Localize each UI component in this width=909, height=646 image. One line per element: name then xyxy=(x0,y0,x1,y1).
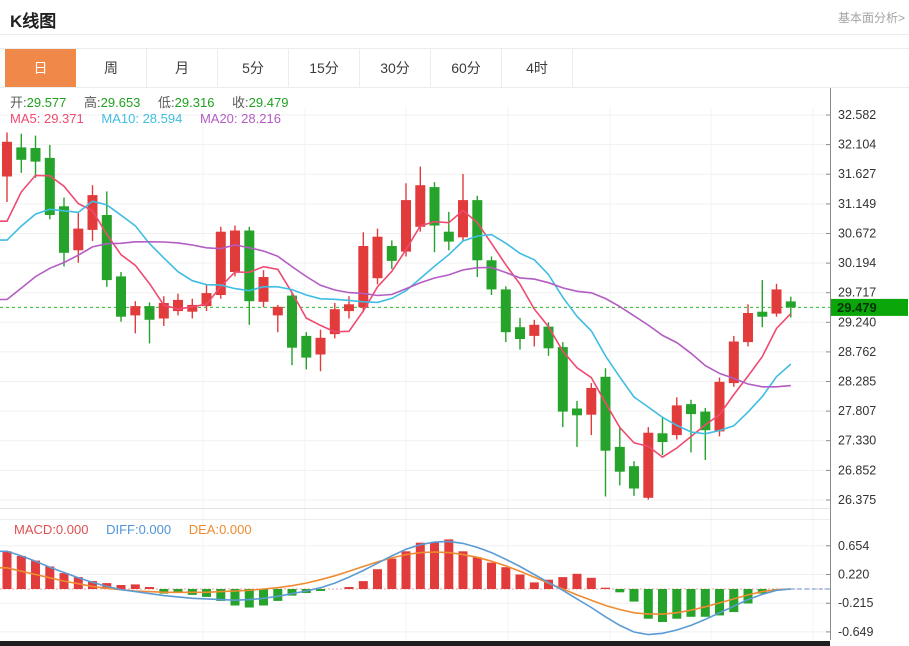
svg-text:30.672: 30.672 xyxy=(838,227,876,241)
svg-text:27.330: 27.330 xyxy=(838,434,876,448)
panel-borders xyxy=(0,509,830,520)
tab-15分[interactable]: 15分 xyxy=(289,49,360,87)
svg-text:29.240: 29.240 xyxy=(838,315,876,329)
svg-text:32.104: 32.104 xyxy=(838,138,876,152)
tab-周[interactable]: 周 xyxy=(76,49,147,87)
tabbar-filler xyxy=(573,49,909,87)
tab-60分[interactable]: 60分 xyxy=(431,49,502,87)
kline-app: K线图 基本面分析> 日周月5分15分30分60分4时 32.582 32.104… xyxy=(0,0,909,646)
chart-area[interactable]: 32.582 32.104 31.627 31.149 30.672 30.194 29.7… xyxy=(0,88,909,646)
tab-5分[interactable]: 5分 xyxy=(218,49,289,87)
header: K线图 基本面分析> xyxy=(0,0,909,35)
svg-text:32.582: 32.582 xyxy=(838,108,876,122)
svg-text:0.654: 0.654 xyxy=(838,539,869,553)
kline-chart-canvas[interactable]: 32.582 32.104 31.627 31.149 30.672 30.194 29.7… xyxy=(0,88,909,646)
svg-text:29.717: 29.717 xyxy=(838,286,876,300)
tab-4时[interactable]: 4时 xyxy=(502,49,573,87)
svg-text:27.807: 27.807 xyxy=(838,404,876,418)
tab-30分[interactable]: 30分 xyxy=(360,49,431,87)
price-axis: 32.582 32.104 31.627 31.149 30.672 30.194 29.7… xyxy=(826,88,876,640)
macd-histogram xyxy=(3,539,782,622)
tab-日[interactable]: 日 xyxy=(5,49,76,87)
period-tabbar: 日周月5分15分30分60分4时 xyxy=(0,48,909,88)
svg-text:29.479: 29.479 xyxy=(837,300,877,315)
svg-text:28.762: 28.762 xyxy=(838,345,876,359)
svg-text:0.220: 0.220 xyxy=(838,568,869,582)
tab-月[interactable]: 月 xyxy=(147,49,218,87)
page-title: K线图 xyxy=(10,7,56,32)
bottom-bar xyxy=(0,641,830,646)
svg-text:31.627: 31.627 xyxy=(838,167,876,181)
svg-text:28.285: 28.285 xyxy=(838,375,876,389)
fundamental-analysis-link[interactable]: 基本面分析> xyxy=(838,9,905,26)
candles-layer xyxy=(2,133,796,500)
svg-text:26.852: 26.852 xyxy=(838,463,876,477)
svg-text:-0.649: -0.649 xyxy=(838,625,873,639)
ma10-line xyxy=(0,201,791,433)
svg-text:31.149: 31.149 xyxy=(838,197,876,211)
svg-text:30.194: 30.194 xyxy=(838,256,876,270)
svg-text:26.375: 26.375 xyxy=(838,493,876,507)
svg-text:-0.215: -0.215 xyxy=(838,596,873,610)
current-price-badge: 29.479 xyxy=(831,299,908,316)
